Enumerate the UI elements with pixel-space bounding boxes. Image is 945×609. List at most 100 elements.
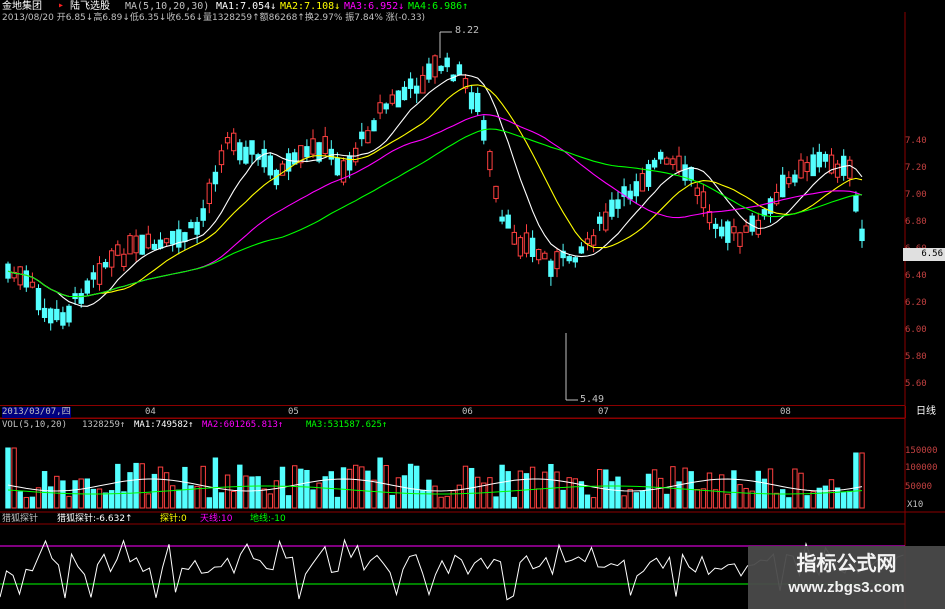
volume-bar: [450, 490, 457, 509]
candle: [725, 221, 731, 243]
volume-bar: [316, 482, 322, 509]
volume-bar: [584, 494, 591, 509]
volume-bar: [810, 491, 816, 509]
volume-bar: [542, 471, 548, 509]
volume-bar: [249, 476, 255, 509]
volume-bar: [60, 480, 66, 509]
volume-bar: [267, 493, 274, 509]
volume-bar: [359, 466, 365, 509]
candle: [157, 239, 164, 249]
volume-bar: [35, 487, 42, 509]
candle: [176, 229, 182, 248]
candle: [334, 157, 341, 176]
candle: [548, 260, 554, 277]
candle: [395, 90, 402, 108]
candle: [365, 130, 371, 144]
vol-ma3: MA3:531587.625↑: [306, 420, 388, 430]
volume-bar: [407, 463, 414, 509]
volume-bar: [834, 487, 841, 509]
price-label: 6.80: [905, 217, 927, 227]
vol-axis-label: 150000: [905, 446, 938, 456]
watermark-url: www.zbgs3.com: [788, 579, 905, 596]
volume-bar: [170, 485, 176, 509]
date-tick: 06: [462, 407, 473, 417]
candle: [102, 261, 109, 268]
candle: [194, 221, 200, 235]
candle: [542, 252, 548, 260]
app-name: 金地集团: [2, 1, 42, 12]
vol-ma2: MA2:601265.813↑: [202, 420, 284, 430]
volume-bar: [11, 447, 17, 509]
vol-ma1: MA1:749582↑: [134, 420, 194, 430]
candle: [109, 250, 115, 268]
current-price-tag: 6.56: [903, 248, 945, 261]
volume-bar: [218, 492, 225, 509]
candle: [475, 92, 481, 113]
candle: [121, 253, 127, 267]
volume-bar: [682, 467, 688, 509]
candle: [322, 136, 328, 155]
candle: [590, 235, 597, 246]
candle: [822, 153, 829, 162]
candle: [712, 223, 719, 229]
volume-bar: [206, 497, 213, 509]
candle: [688, 167, 694, 181]
volume-bar: [432, 485, 438, 509]
candle: [780, 174, 786, 198]
candle: [383, 103, 389, 110]
candle: [816, 151, 822, 168]
candle: [493, 185, 499, 200]
candle: [639, 173, 646, 192]
ma3-line: [7, 114, 863, 298]
volume-bar: [554, 471, 560, 509]
volume-bar: [200, 465, 206, 509]
volume-bar: [560, 489, 566, 509]
volume-bar: [310, 489, 316, 509]
volume-bar: [859, 452, 865, 509]
volume-bar: [456, 484, 463, 509]
candle: [597, 216, 603, 224]
volume-bar: [273, 480, 280, 509]
volume-bar: [176, 489, 182, 509]
candle: [182, 232, 188, 242]
volume-bar: [224, 474, 231, 509]
volume-bar: [590, 497, 597, 509]
price-label: 5.60: [905, 379, 927, 389]
volume-bar: [493, 496, 499, 509]
volume-bar: [90, 488, 97, 509]
candle: [505, 214, 511, 229]
volume-bar: [499, 464, 505, 509]
watermark-title: 指标公式网: [796, 553, 897, 575]
volume-bar: [157, 466, 164, 509]
volume-bar: [505, 471, 511, 509]
volume-bar: [17, 491, 23, 509]
candle: [17, 266, 23, 286]
candle: [41, 307, 48, 318]
candle: [664, 157, 670, 165]
volume-bar: [743, 487, 749, 509]
candle: [804, 162, 810, 173]
volume-bar: [621, 495, 627, 509]
candle: [359, 131, 365, 140]
volume-bar: [353, 464, 359, 509]
candle: [694, 187, 700, 197]
ma1-line: [7, 74, 863, 307]
candle: [456, 64, 463, 76]
volume-bar: [182, 466, 188, 509]
stock-name[interactable]: 陆飞选股: [70, 1, 110, 12]
volume-bar: [841, 491, 847, 509]
candle: [700, 191, 707, 209]
volume-bar: [383, 465, 389, 509]
chart-canvas[interactable]: [0, 0, 945, 609]
volume-bar: [798, 472, 804, 509]
volume-bar: [786, 497, 792, 509]
volume-bar: [420, 489, 426, 509]
period-button[interactable]: 日线: [905, 406, 945, 418]
vol-axis-label: 50000: [905, 482, 933, 492]
price-label: 6.40: [905, 271, 927, 281]
candle: [310, 138, 316, 155]
candle: [798, 159, 804, 179]
candle: [432, 55, 438, 78]
candle: [170, 230, 176, 245]
candle: [389, 94, 396, 104]
